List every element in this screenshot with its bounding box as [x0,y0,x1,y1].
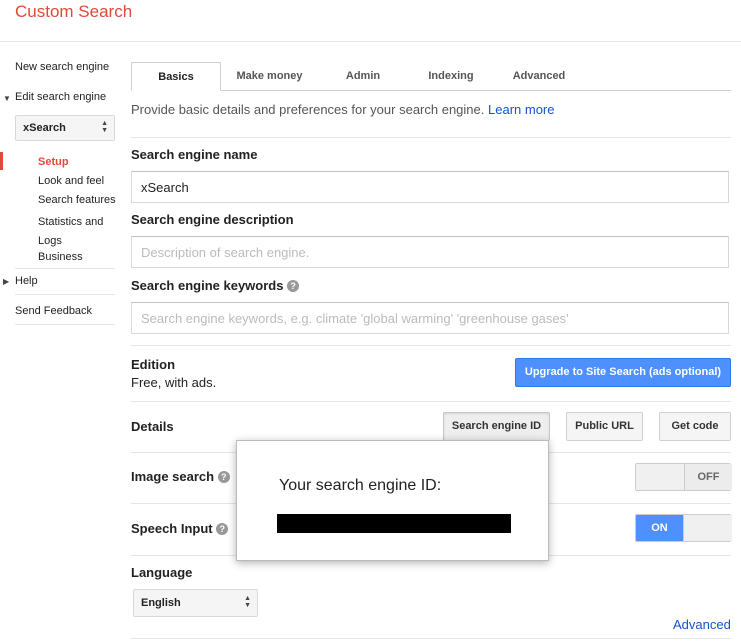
speech-input-label-row: Speech Input ? [131,521,229,536]
toggle-state: OFF [684,464,732,490]
popup-title: Your search engine ID: [279,477,442,494]
sidebar-edit-engine[interactable]: Edit search engine [15,91,106,103]
select-arrows-icon: ▲ ▼ [101,120,108,134]
name-input-value: xSearch [141,180,189,195]
image-search-label-row: Image search ? [131,469,230,484]
image-search-toggle[interactable]: OFF [635,463,732,491]
sidebar-divider [15,268,115,269]
language-select-value: English [141,597,181,609]
tab-admin[interactable]: Admin [323,62,403,91]
sidebar-feedback[interactable]: Send Feedback [15,305,92,317]
keywords-label-row: Search engine keywords ? [131,278,300,293]
keywords-label: Search engine keywords [131,278,284,293]
toggle-knob [636,464,684,490]
triangle-right-icon[interactable]: ▶ [3,277,9,286]
engine-select[interactable]: xSearch ▲ ▼ [15,115,115,141]
image-search-label: Image search [131,469,215,484]
sidebar-item-statistics[interactable]: Statistics and Logs [38,213,108,251]
sidebar-divider [15,324,115,325]
edition-value: Free, with ads. [131,375,217,390]
sidebar-help[interactable]: Help [15,275,38,287]
active-indicator [0,152,3,170]
tab-make-money[interactable]: Make money [222,62,317,91]
name-input[interactable]: xSearch [131,171,729,203]
details-label: Details [131,419,174,434]
learn-more-link[interactable]: Learn more [488,102,554,117]
tab-indexing[interactable]: Indexing [410,62,492,91]
public-url-button[interactable]: Public URL [566,412,643,441]
intro-text: Provide basic details and preferences fo… [131,102,555,117]
help-icon[interactable]: ? [216,523,229,535]
engine-select-value: xSearch [23,122,66,134]
sidebar-new-engine[interactable]: New search engine [15,61,109,73]
select-arrows-icon: ▲ ▼ [244,595,251,609]
sidebar-item-setup[interactable]: Setup [38,156,69,168]
language-label: Language [131,565,193,580]
sidebar-item-look-and-feel[interactable]: Look and feel [38,175,104,187]
triangle-down-icon[interactable]: ▼ [3,94,11,103]
tab-basics[interactable]: Basics [131,62,221,91]
description-input[interactable]: Description of search engine. [131,236,729,268]
advanced-link[interactable]: Advanced [673,617,731,632]
toggle-knob [683,515,732,541]
redacted-engine-id [277,514,511,533]
sidebar-divider [15,294,115,295]
edition-label: Edition [131,357,176,372]
get-code-button[interactable]: Get code [659,412,731,441]
keywords-placeholder: Search engine keywords, e.g. climate 'gl… [141,311,569,326]
help-icon[interactable]: ? [287,280,300,292]
name-label: Search engine name [131,147,258,162]
divider [131,137,731,138]
search-engine-id-button[interactable]: Search engine ID [443,412,550,441]
header-divider [0,41,741,42]
speech-input-label: Speech Input [131,521,213,536]
description-placeholder: Description of search engine. [141,245,310,260]
sidebar-item-business[interactable]: Business [38,251,83,263]
speech-input-toggle[interactable]: ON [635,514,732,542]
upgrade-button[interactable]: Upgrade to Site Search (ads optional) [515,358,731,387]
divider [131,401,731,402]
divider [131,638,731,639]
engine-id-popup: Your search engine ID: [236,440,549,561]
language-select[interactable]: English ▲ ▼ [133,589,258,617]
keywords-input[interactable]: Search engine keywords, e.g. climate 'gl… [131,302,729,334]
sidebar-item-search-features[interactable]: Search features [38,194,116,206]
tab-advanced[interactable]: Advanced [500,62,578,91]
help-icon[interactable]: ? [217,471,230,483]
divider [131,345,731,346]
toggle-state: ON [636,515,683,541]
app-title: Custom Search [15,2,133,21]
description-label: Search engine description [131,212,294,227]
